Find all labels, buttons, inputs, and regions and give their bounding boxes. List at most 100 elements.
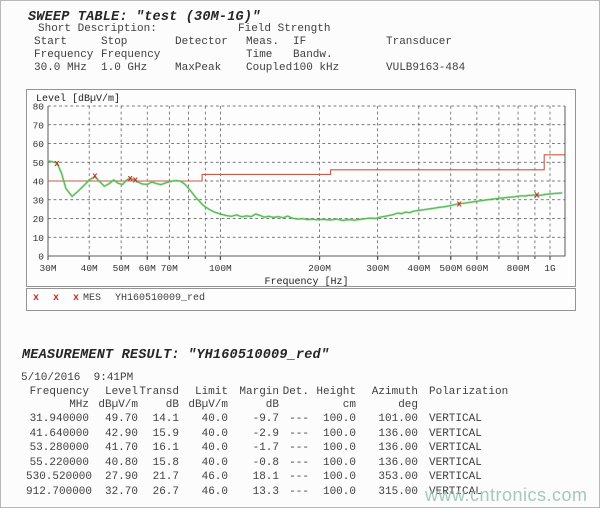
svg-text:10: 10 bbox=[33, 233, 45, 244]
sweep-values-row: 30.0 MHz 1.0 GHz MaxPeak Coupled 100 kHz… bbox=[26, 62, 586, 75]
hdr-azimuth-unit: deg bbox=[356, 399, 418, 412]
svg-text:50M: 50M bbox=[113, 263, 130, 274]
result-cell: 100.0 bbox=[309, 485, 356, 500]
hdr-height-unit: cm bbox=[309, 399, 356, 412]
watermark: www.cntronics.com bbox=[425, 485, 588, 506]
svg-text:60: 60 bbox=[33, 139, 45, 150]
result-cell: 40.0 bbox=[179, 412, 228, 427]
result-cell: 41.640000 bbox=[26, 427, 89, 442]
short-description-value: Field Strength bbox=[238, 23, 330, 36]
marker-x-icon: x bbox=[133, 176, 139, 186]
limit-line bbox=[48, 155, 565, 181]
result-cell: 13.3 bbox=[228, 485, 279, 500]
result-cell: 55.220000 bbox=[26, 456, 89, 471]
col-if-sub: Bandw. bbox=[293, 49, 333, 62]
legend-trace-name: YH160510009_red bbox=[101, 293, 205, 304]
svg-text:800M: 800M bbox=[507, 263, 530, 274]
level-chart-svg: 8070605040302010030M40M50M60M70M100M200M… bbox=[27, 90, 575, 286]
result-cell: -0.8 bbox=[228, 456, 279, 471]
col-meas-label: Meas. bbox=[246, 36, 279, 49]
col-start-label: Start bbox=[34, 36, 67, 49]
result-cell: --- bbox=[279, 441, 309, 456]
result-cell: 40.0 bbox=[179, 456, 228, 471]
marker-x-icon: x bbox=[92, 172, 98, 182]
marker-x-icon: x bbox=[534, 191, 540, 201]
emc-report-page: SWEEP TABLE: "test (30M-1G)" Short Descr… bbox=[0, 0, 600, 508]
y-axis-label: Level [dBµV/m] bbox=[36, 93, 120, 105]
result-cell: -9.7 bbox=[228, 412, 279, 427]
svg-text:400M: 400M bbox=[407, 263, 430, 274]
result-cell: VERTICAL bbox=[418, 412, 518, 427]
result-cell: --- bbox=[279, 470, 309, 485]
col-stop-sub: Frequency bbox=[101, 49, 160, 62]
result-row: 31.94000049.7014.140.0-9.7---100.0101.00… bbox=[26, 412, 518, 427]
short-description-label: Short Description: bbox=[38, 23, 157, 36]
result-cell: 41.70 bbox=[89, 441, 138, 456]
result-header-row-1: Frequency Level Transd Limit Margin Det.… bbox=[26, 386, 518, 399]
legend-mes-label: MES bbox=[83, 293, 101, 304]
result-cell: 18.1 bbox=[228, 470, 279, 485]
stop-frequency-value: 1.0 GHz bbox=[101, 62, 147, 75]
result-cell: 136.00 bbox=[356, 441, 418, 456]
transducer-value: VULB9163-484 bbox=[386, 62, 465, 75]
svg-text:500M: 500M bbox=[439, 263, 462, 274]
svg-text:20: 20 bbox=[33, 214, 45, 225]
svg-text:50: 50 bbox=[33, 158, 45, 169]
meas-time-value: Coupled bbox=[246, 62, 292, 75]
svg-text:600M: 600M bbox=[465, 263, 488, 274]
measurement-datetime: 5/10/2016 9:41PM bbox=[21, 372, 133, 384]
result-cell: 46.0 bbox=[179, 485, 228, 500]
hdr-frequency: Frequency bbox=[26, 386, 89, 399]
result-header-row-2: MHz dBµV/m dB dBµV/m dB cm deg bbox=[26, 399, 518, 412]
col-detector-label: Detector bbox=[175, 36, 228, 49]
svg-text:200M: 200M bbox=[308, 263, 331, 274]
result-cell: 53.280000 bbox=[26, 441, 89, 456]
measurement-result-table: Frequency Level Transd Limit Margin Det.… bbox=[26, 386, 518, 499]
result-cell: 530.520000 bbox=[26, 470, 89, 485]
result-cell: -1.7 bbox=[228, 441, 279, 456]
hdr-transd-unit: dB bbox=[138, 399, 179, 412]
svg-text:30M: 30M bbox=[39, 263, 56, 274]
result-cell: 912.700000 bbox=[26, 485, 89, 500]
hdr-azimuth: Azimuth bbox=[356, 386, 418, 399]
svg-text:40: 40 bbox=[33, 177, 45, 188]
result-cell: 100.0 bbox=[309, 441, 356, 456]
col-if-label: IF bbox=[293, 36, 306, 49]
hdr-margin-unit: dB bbox=[228, 399, 279, 412]
chart-legend: x x xMESYH160510009_red bbox=[26, 288, 576, 311]
svg-text:70M: 70M bbox=[161, 263, 178, 274]
col-meas-sub: Time bbox=[246, 49, 272, 62]
svg-text:70: 70 bbox=[33, 120, 45, 131]
result-cell: VERTICAL bbox=[418, 456, 518, 471]
result-cell: 42.90 bbox=[89, 427, 138, 442]
result-cell: 100.0 bbox=[309, 427, 356, 442]
result-row: 41.64000042.9015.940.0-2.9---100.0136.00… bbox=[26, 427, 518, 442]
level-chart: 8070605040302010030M40M50M60M70M100M200M… bbox=[26, 89, 576, 287]
result-cell: 14.1 bbox=[138, 412, 179, 427]
svg-text:1G: 1G bbox=[544, 263, 556, 274]
svg-text:30: 30 bbox=[33, 195, 45, 206]
result-cell: --- bbox=[279, 456, 309, 471]
svg-text:60M: 60M bbox=[139, 263, 156, 274]
result-cell: 100.0 bbox=[309, 470, 356, 485]
col-start-sub: Frequency bbox=[34, 49, 93, 62]
result-cell: 40.0 bbox=[179, 441, 228, 456]
result-cell: --- bbox=[279, 485, 309, 500]
result-cell: 100.0 bbox=[309, 412, 356, 427]
result-cell: 49.70 bbox=[89, 412, 138, 427]
hdr-polarization-unit bbox=[418, 399, 518, 412]
marker-x-icon: x bbox=[457, 200, 463, 210]
svg-text:0: 0 bbox=[38, 252, 44, 263]
sweep-columns-header-2: Frequency Frequency Time Bandw. bbox=[26, 49, 586, 62]
result-cell: VERTICAL bbox=[418, 441, 518, 456]
result-cell: 31.940000 bbox=[26, 412, 89, 427]
result-cell: 136.00 bbox=[356, 427, 418, 442]
result-cell: 353.00 bbox=[356, 470, 418, 485]
x-axis-label: Frequency [Hz] bbox=[264, 276, 348, 286]
result-cell: 15.8 bbox=[138, 456, 179, 471]
measurement-result-title: MEASUREMENT RESULT: "YH160510009_red" bbox=[22, 348, 329, 363]
result-row: 530.52000027.9021.746.018.1---100.0353.0… bbox=[26, 470, 518, 485]
result-cell: --- bbox=[279, 427, 309, 442]
col-stop-label: Stop bbox=[101, 36, 127, 49]
result-cell: VERTICAL bbox=[418, 470, 518, 485]
